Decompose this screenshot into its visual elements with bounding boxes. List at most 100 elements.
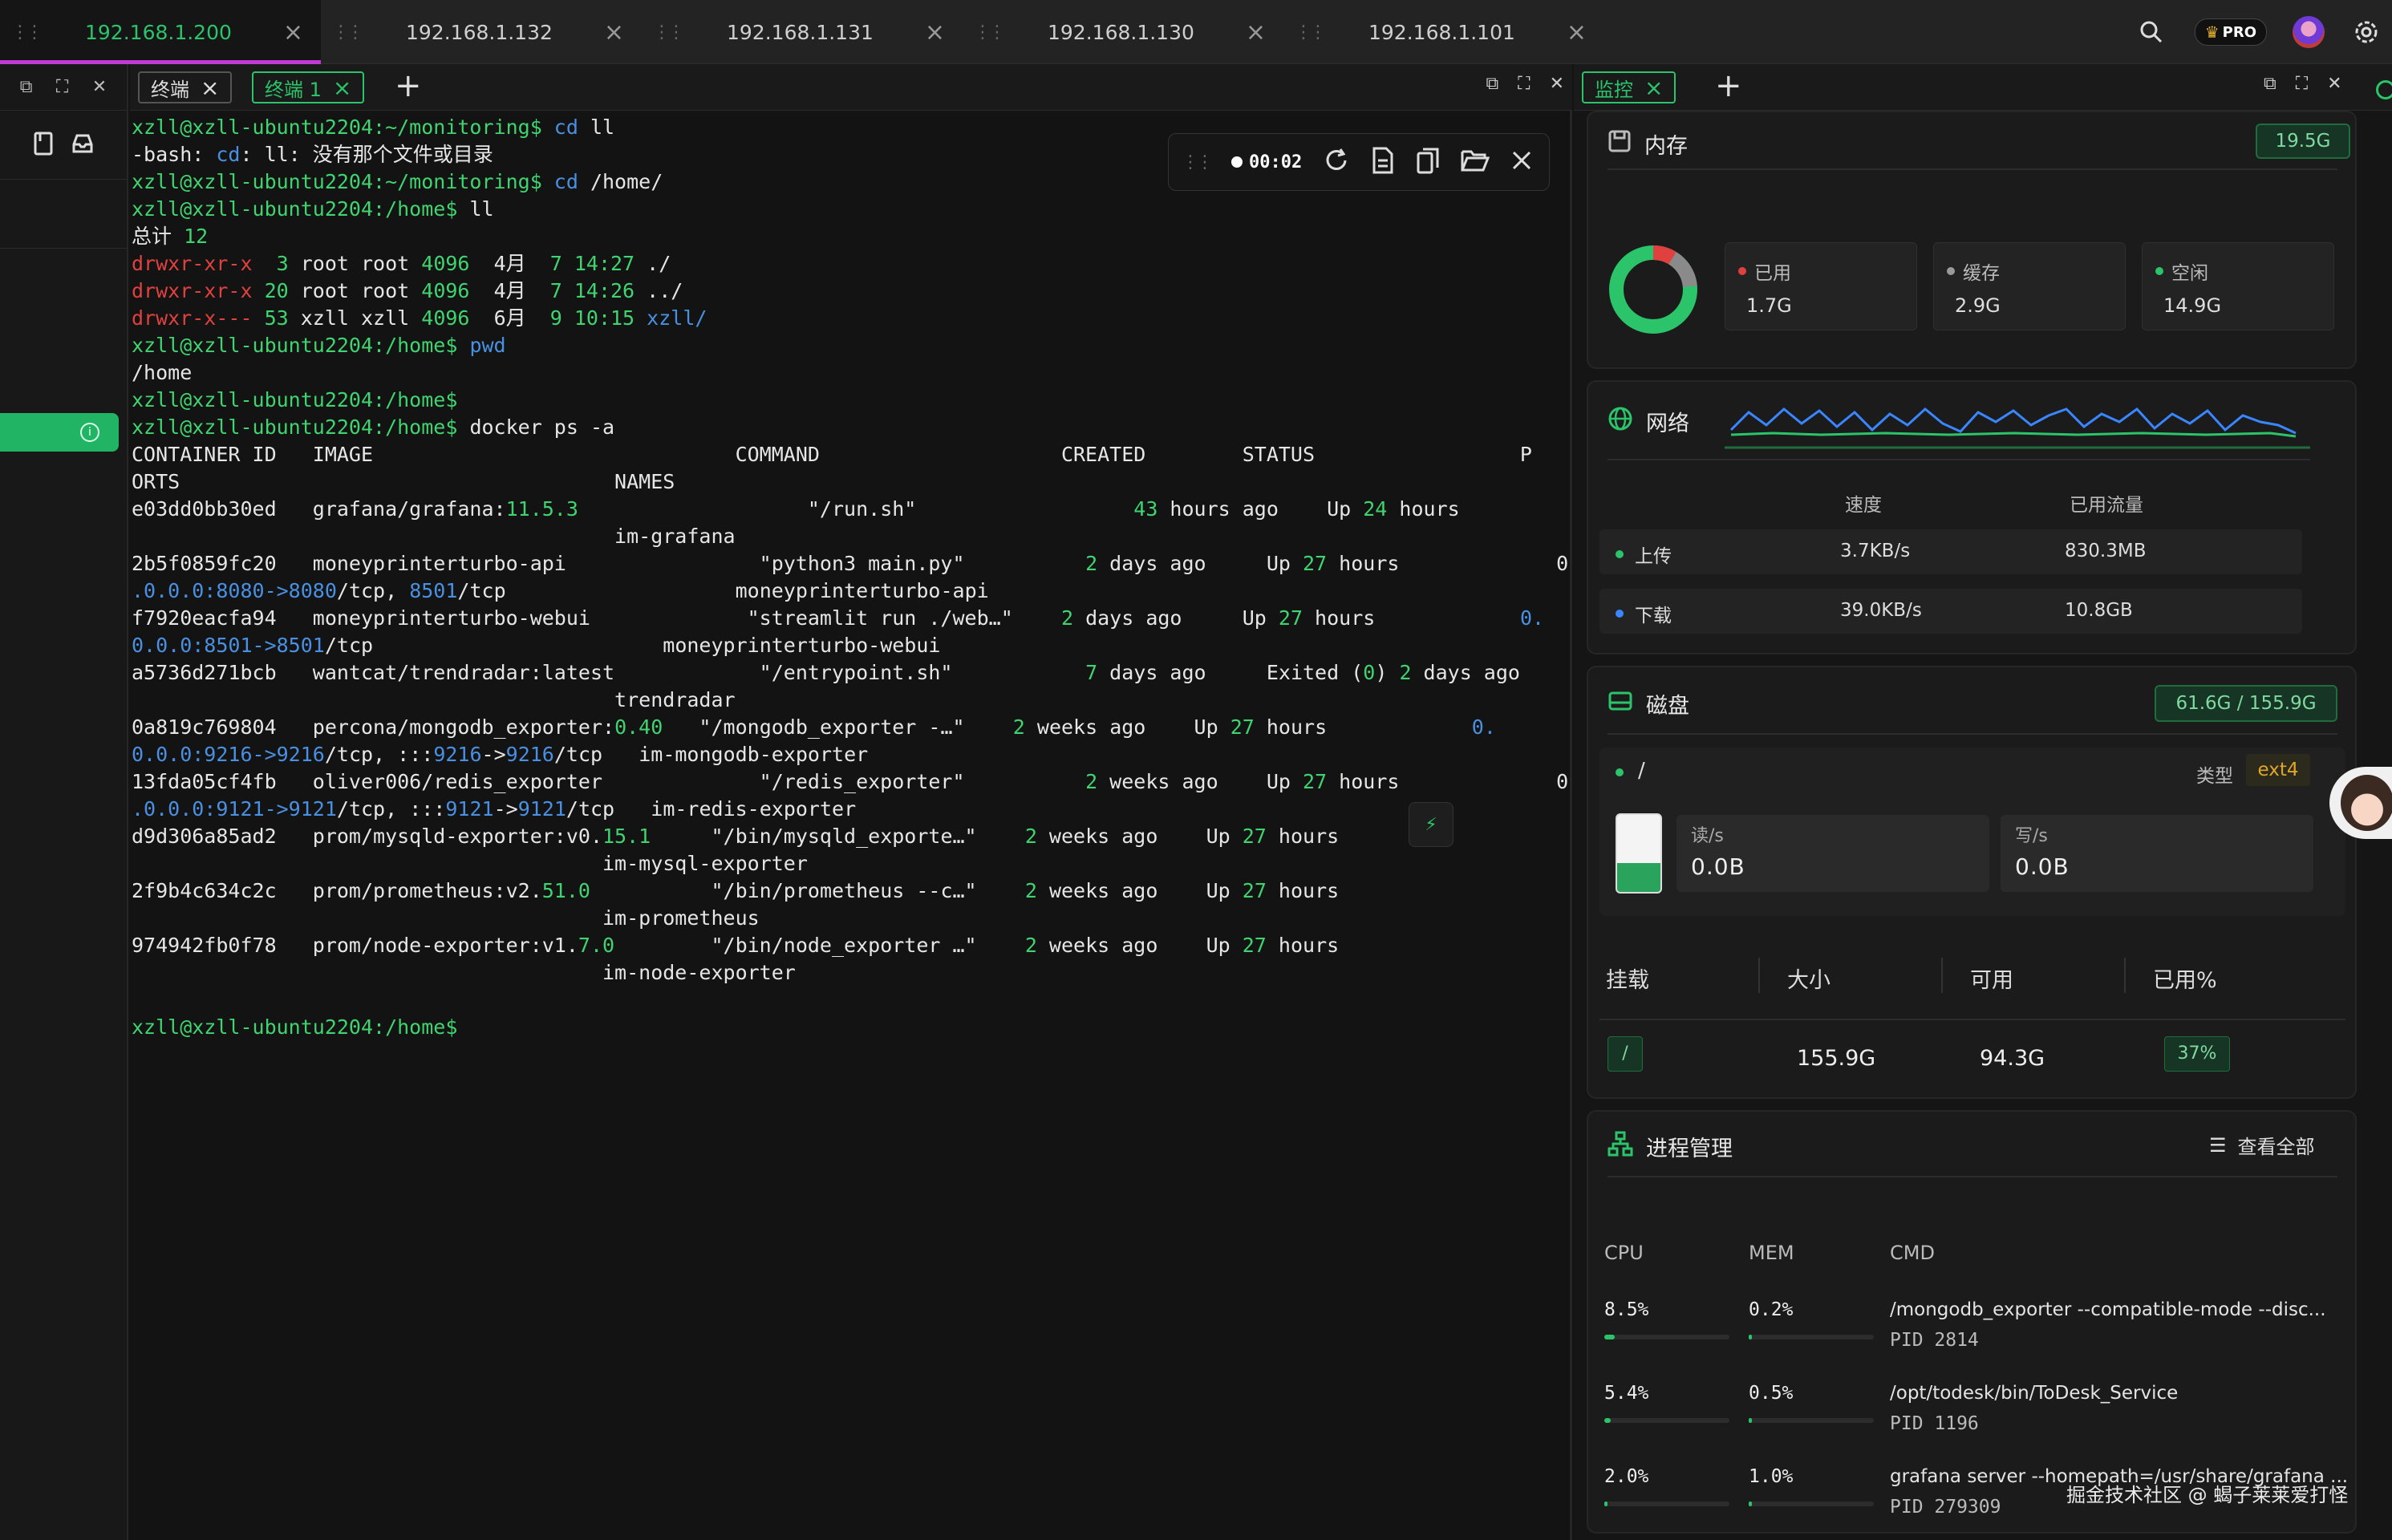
terminal-text: cd [216, 143, 241, 166]
terminal-text: 2 [1399, 661, 1412, 684]
drag-handle-icon[interactable]: ⋮⋮ [1295, 22, 1327, 43]
close-icon[interactable]: × [1644, 75, 1663, 101]
file-icon[interactable] [1371, 147, 1395, 177]
terminal-tab-0[interactable]: 终端 × [138, 71, 233, 103]
terminal-text: 27 [1242, 934, 1267, 957]
terminal-text: 0.0.0:9216-> [132, 743, 277, 766]
user-avatar[interactable] [2293, 16, 2325, 48]
drag-handle-icon[interactable]: ⋮⋮ [11, 22, 43, 43]
host-tab-2[interactable]: ⋮⋮ 192.168.1.132 × [321, 0, 642, 64]
terminal-text: "/bin/prometheus --c…" [590, 879, 1025, 902]
monitor-tab[interactable]: 监控 × [1582, 71, 1676, 103]
row-name: 下载 [1635, 606, 1672, 626]
close-icon[interactable]: ✕ [2327, 74, 2341, 94]
add-terminal-button[interactable]: + [395, 67, 422, 104]
info-icon[interactable]: i [80, 423, 99, 442]
read-value: 0.0B [1691, 853, 1745, 880]
view-all-button[interactable]: ☰ 查看全部 [2209, 1131, 2315, 1159]
close-icon[interactable]: ✕ [1550, 74, 1564, 94]
terminal-line: ORTS NAMES [132, 468, 675, 496]
terminal-text: "/run.sh" [578, 497, 1134, 521]
terminal-line: .0.0.0:8080->8080/tcp, 8501/tcp moneypri… [132, 578, 989, 605]
close-icon[interactable]: × [1246, 18, 1266, 47]
close-icon[interactable]: × [333, 75, 351, 101]
terminal-text: xzll@xzll-ubuntu2204:~/monitoring$ [132, 170, 554, 193]
popout-icon[interactable]: ⧉ [20, 77, 33, 97]
divider [1608, 733, 2337, 735]
close-icon[interactable] [1510, 149, 1533, 175]
terminal-line: im-mysql-exporter [132, 850, 808, 877]
terminal-output[interactable]: xzll@xzll-ubuntu2204:~/monitoring$ cd ll… [132, 111, 1567, 1540]
terminal-line: drwxr-x--- 53 xzll xzll 4096 6月 9 10:15 … [132, 305, 707, 332]
drag-handle-icon[interactable]: ⋮⋮ [1182, 152, 1214, 172]
close-icon[interactable]: × [604, 18, 624, 47]
terminal-line: im-prometheus [132, 905, 760, 932]
search-icon[interactable] [2135, 16, 2167, 48]
expand-icon[interactable]: ⛶ [56, 77, 68, 97]
expand-icon[interactable]: ⛶ [2296, 74, 2308, 94]
bookmark-icon[interactable] [33, 132, 54, 159]
close-icon[interactable]: × [925, 18, 945, 47]
tile-label: 缓存 [1963, 263, 2000, 284]
popout-icon[interactable]: ⧉ [2264, 74, 2276, 94]
host-tab-1[interactable]: ⋮⋮ 192.168.1.200 × [0, 0, 321, 64]
terminal-text: xzll/ [634, 306, 707, 330]
refresh-icon[interactable] [1323, 147, 1350, 177]
terminal-tab-bar: 终端 × 终端 1 × + ⧉ ⛶ ✕ [130, 64, 1572, 111]
terminal-text: trendradar [132, 688, 736, 711]
terminal-text: ./ [634, 252, 671, 275]
popout-icon[interactable]: ⧉ [1486, 74, 1498, 94]
close-icon[interactable]: × [1567, 18, 1587, 47]
settings-icon[interactable] [2350, 16, 2382, 48]
terminal-text: 27 [1230, 715, 1255, 739]
terminal-line: 总计 12 [132, 223, 208, 250]
lightning-icon[interactable]: ⚡ [1409, 802, 1453, 847]
drag-handle-icon[interactable]: ⋮⋮ [653, 22, 685, 43]
active-session-indicator[interactable]: i [0, 413, 119, 452]
disk-type-label: 类型 [2196, 766, 2233, 787]
host-tab-4[interactable]: ⋮⋮ 192.168.1.130 × [963, 0, 1283, 64]
terminal-text: 2f9b4c634c2c prom/prometheus:v2. [132, 879, 542, 902]
copy-icon[interactable] [1416, 147, 1440, 177]
terminal-line: im-node-exporter [132, 959, 796, 987]
view-all-label: 查看全部 [2237, 1136, 2315, 1158]
disk-col-mount: 挂载 [1606, 968, 1649, 993]
host-tab-3[interactable]: ⋮⋮ 192.168.1.131 × [642, 0, 963, 64]
terminal-text: xzll@xzll-ubuntu2204:/home$ [132, 388, 470, 411]
memory-total-badge: 19.5G [2256, 124, 2350, 159]
terminal-text: d9d306a85ad2 prom/mysqld-exporter:v0. [132, 825, 602, 848]
inbox-icon[interactable] [71, 133, 94, 157]
column-divider [1941, 958, 1943, 993]
disk-usage-fill [1617, 863, 1660, 892]
column-divider [1758, 958, 1760, 993]
close-icon[interactable]: × [283, 18, 303, 47]
add-monitor-button[interactable]: + [1715, 67, 1742, 104]
disk-type-badge: ext4 [2246, 754, 2310, 786]
terminal-text: ) [1375, 661, 1400, 684]
terminal-text: /tcp, ::: [336, 797, 446, 821]
terminal-text: 9121 [517, 797, 566, 821]
rail-row [0, 180, 127, 249]
pro-badge[interactable]: ♛ PRO [2194, 18, 2267, 46]
folder-open-icon[interactable] [1461, 148, 1490, 176]
pro-label: PRO [2222, 23, 2256, 41]
row-name: 上传 [1635, 546, 1672, 567]
terminal-text: weeks ago Up [1097, 770, 1303, 793]
divider [1599, 1019, 2345, 1020]
host-tab-5[interactable]: ⋮⋮ 192.168.1.101 × [1283, 0, 1604, 64]
close-icon[interactable]: × [201, 75, 219, 101]
expand-icon[interactable]: ⛶ [1518, 74, 1530, 94]
drag-handle-icon[interactable]: ⋮⋮ [974, 22, 1006, 43]
terminal-text: 7 14:26 [549, 279, 635, 302]
host-tab-label: 192.168.1.132 [406, 20, 553, 44]
terminal-text: hours 0 [1327, 552, 1567, 575]
terminal-text: weeks ago Up [1036, 825, 1243, 848]
terminal-line: 0.0.0:9216->9216/tcp, :::9216->9216/tcp … [132, 741, 868, 768]
terminal-text: xzll@xzll-ubuntu2204:/home$ [132, 197, 470, 221]
refresh-icon[interactable] [2376, 80, 2392, 99]
terminal-tab-1[interactable]: 终端 1 × [252, 71, 365, 103]
terminal-text: 9121 [288, 797, 337, 821]
terminal-text: -> [493, 797, 518, 821]
drag-handle-icon[interactable]: ⋮⋮ [332, 22, 364, 43]
close-icon[interactable]: ✕ [92, 77, 107, 97]
